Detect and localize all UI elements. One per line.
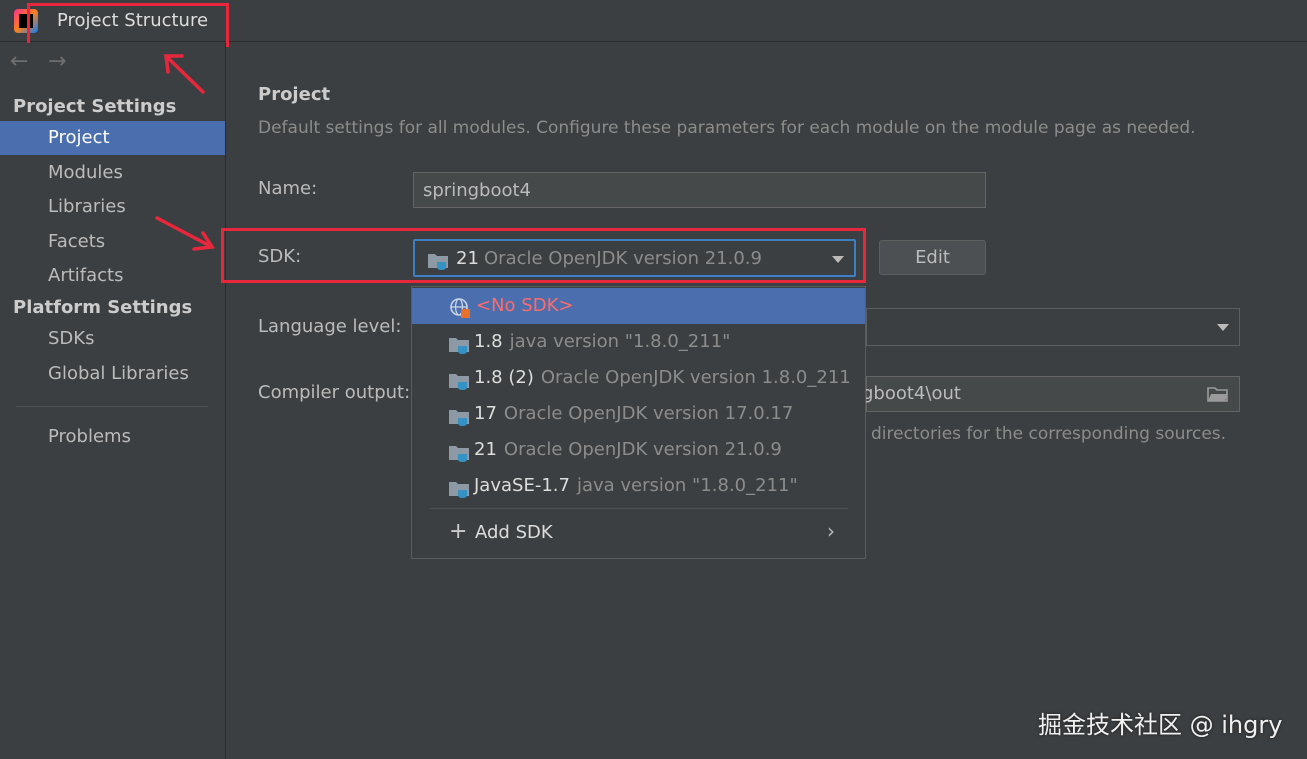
watermark: 掘金技术社区 @ ihgry	[1038, 711, 1283, 739]
sdk-option-17[interactable]: 17 Oracle OpenJDK version 17.0.17	[412, 396, 865, 432]
add-sdk-menu-item[interactable]: + Add SDK ›	[412, 515, 865, 551]
sdk-option-version: 1.8	[474, 331, 503, 352]
annotation-box-sdk	[221, 228, 866, 283]
chevron-right-icon: ›	[827, 519, 835, 543]
jdk-folder-icon	[449, 410, 469, 426]
compiler-output-input[interactable]: gboot4\out	[862, 376, 1240, 412]
globe-no-sdk-icon	[450, 298, 470, 318]
name-input[interactable]	[413, 172, 986, 208]
sidebar: ← → Project Settings Project Modules Lib…	[0, 43, 226, 759]
plus-icon: +	[449, 519, 468, 544]
chevron-down-icon	[1217, 324, 1229, 331]
sdk-option-description: Oracle OpenJDK version 1.8.0_211	[540, 367, 851, 388]
sdk-option-description: Oracle OpenJDK version 21.0.9	[503, 439, 782, 460]
forward-arrow-icon[interactable]: →	[48, 49, 66, 74]
no-sdk-label: <No SDK>	[476, 295, 574, 316]
sdk-option-version: 1.8 (2)	[474, 367, 534, 388]
sidebar-item-modules[interactable]: Modules	[0, 156, 225, 190]
section-project-settings: Project Settings	[13, 96, 177, 117]
sdk-option-version: 17	[474, 403, 497, 424]
sidebar-item-artifacts[interactable]: Artifacts	[0, 259, 225, 293]
page-description: Default settings for all modules. Config…	[258, 118, 1196, 138]
annotation-box-title	[27, 3, 229, 47]
language-level-combobox[interactable]	[866, 308, 1240, 346]
page-title: Project	[258, 84, 331, 105]
jdk-folder-icon	[449, 338, 469, 354]
back-arrow-icon[interactable]: ←	[10, 49, 28, 74]
popup-divider	[430, 508, 848, 509]
sdk-option-description: Oracle OpenJDK version 17.0.17	[503, 403, 794, 424]
sidebar-item-problems[interactable]: Problems	[0, 420, 225, 454]
sidebar-item-project[interactable]: Project	[0, 121, 225, 155]
sidebar-item-global-libraries[interactable]: Global Libraries	[0, 357, 225, 391]
sdk-option-1-8[interactable]: 1.8 java version "1.8.0_211"	[412, 324, 865, 360]
compiler-output-value: gboot4\out	[862, 383, 961, 404]
sdk-option-no-sdk[interactable]: <No SDK>	[412, 288, 865, 324]
section-platform-settings: Platform Settings	[13, 297, 193, 318]
sidebar-item-sdks[interactable]: SDKs	[0, 322, 225, 356]
sdk-option-description: java version "1.8.0_211"	[509, 331, 731, 352]
jdk-folder-icon	[449, 482, 469, 498]
language-level-label: Language level:	[258, 316, 402, 337]
add-sdk-label: Add SDK	[475, 522, 553, 543]
sdk-option-21[interactable]: 21 Oracle OpenJDK version 21.0.9	[412, 432, 865, 468]
name-label: Name:	[258, 178, 318, 199]
sdk-option-1-8-2[interactable]: 1.8 (2) Oracle OpenJDK version 1.8.0_211	[412, 360, 865, 396]
edit-sdk-button[interactable]: Edit	[879, 240, 986, 275]
sidebar-divider	[16, 406, 208, 407]
sdk-option-javase-1-7[interactable]: JavaSE-1.7 java version "1.8.0_211"	[412, 468, 865, 504]
compiler-output-label: Compiler output:	[258, 382, 411, 403]
jdk-folder-icon	[449, 446, 469, 462]
sidebar-item-facets[interactable]: Facets	[0, 225, 225, 259]
sdk-option-description: java version "1.8.0_211"	[576, 475, 798, 496]
sdk-dropdown-popup: <No SDK> 1.8 java version "1.8.0_211" 1.8…	[411, 286, 866, 559]
sidebar-item-libraries[interactable]: Libraries	[0, 190, 225, 224]
jdk-folder-icon	[449, 374, 469, 390]
sdk-option-version: JavaSE-1.7	[474, 475, 570, 496]
sdk-option-version: 21	[474, 439, 497, 460]
folder-browse-icon[interactable]	[1207, 386, 1229, 403]
compiler-output-hint: directories for the corresponding source…	[871, 424, 1227, 444]
